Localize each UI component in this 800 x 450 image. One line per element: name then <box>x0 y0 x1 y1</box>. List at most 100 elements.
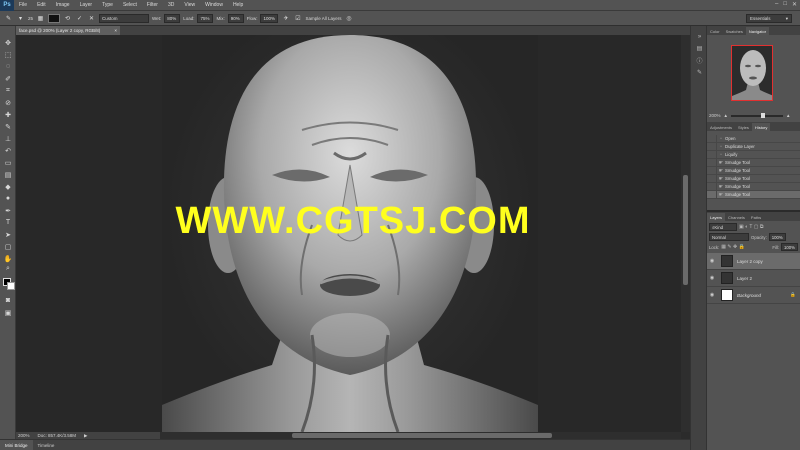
quick-select-tool-icon[interactable]: ✐ <box>3 74 13 83</box>
tab-timeline[interactable]: Timeline <box>33 440 60 450</box>
horizontal-scroll-thumb[interactable] <box>292 433 552 438</box>
brush-size[interactable]: 25 <box>28 16 33 21</box>
pen-tool-icon[interactable]: ✒ <box>3 206 13 215</box>
marquee-tool-icon[interactable]: ⬚ <box>3 50 13 59</box>
visibility-eye-icon[interactable]: ◉ <box>707 292 717 298</box>
document-tab[interactable]: face.psd @ 200% (Layer 2 copy, RGB/8) × <box>16 26 120 35</box>
blend-mode-dropdown[interactable]: Normal <box>709 233 749 241</box>
vertical-scrollbar[interactable] <box>681 35 690 432</box>
gradient-tool-icon[interactable]: ▤ <box>3 170 13 179</box>
load-brush-icon[interactable]: ⟲ <box>63 14 72 23</box>
menu-file[interactable]: File <box>14 2 32 8</box>
lasso-tool-icon[interactable]: ◌ <box>3 62 13 71</box>
visibility-eye-icon[interactable]: ◉ <box>707 258 717 264</box>
layer-row-layer-2[interactable]: ◉ Layer 2 <box>707 270 800 287</box>
history-item[interactable]: ▫ Duplicate Layer <box>707 142 800 151</box>
screen-mode-icon[interactable]: ▣ <box>3 308 13 317</box>
lock-icons[interactable]: ▦ ✎ ✥ 🔒 <box>721 244 745 250</box>
type-tool-icon[interactable]: T <box>3 218 13 227</box>
brush-panel-icon[interactable]: ▦ <box>36 14 45 23</box>
tab-layers[interactable]: Layers <box>707 213 726 221</box>
workspace-switcher[interactable]: Essentials ▾ <box>746 14 792 23</box>
blur-tool-icon[interactable]: ◆ <box>3 182 13 191</box>
clean-brush-icon[interactable]: ✓ <box>75 14 84 23</box>
zoom-slider-knob[interactable] <box>760 112 765 118</box>
tab-navigator[interactable]: Navigator <box>745 27 770 35</box>
path-select-tool-icon[interactable]: ➤ <box>3 230 13 239</box>
crop-tool-icon[interactable]: ⌗ <box>3 86 13 95</box>
brush-presets-icon[interactable]: ✎ <box>695 68 704 77</box>
tab-channels[interactable]: Channels <box>725 213 748 221</box>
menu-type[interactable]: Type <box>97 2 118 8</box>
tab-adjustments[interactable]: Adjustments <box>707 123 735 131</box>
tab-history[interactable]: History <box>751 123 771 131</box>
menu-view[interactable]: View <box>179 2 200 8</box>
menu-window[interactable]: Window <box>200 2 228 8</box>
history-item[interactable]: ☛ Smudge Tool <box>707 158 800 167</box>
clone-stamp-tool-icon[interactable]: ⊥ <box>3 134 13 143</box>
history-item[interactable]: ☛ Smudge Tool <box>707 166 800 175</box>
history-item[interactable]: ☛ Smudge Tool <box>707 174 800 183</box>
status-menu-arrow-icon[interactable]: ▶ <box>84 433 87 439</box>
collapse-panels-icon[interactable]: » <box>695 32 704 41</box>
eyedropper-tool-icon[interactable]: ⊘ <box>3 98 13 107</box>
fill-field[interactable]: 100% <box>781 243 798 251</box>
vertical-scroll-thumb[interactable] <box>683 175 688 285</box>
navigator-zoom-slider[interactable] <box>730 112 783 118</box>
layer-row-background[interactable]: ◉ Background 🔒 <box>707 287 800 304</box>
hand-tool-icon[interactable]: ✋ <box>3 254 13 263</box>
preset-dropdown[interactable]: Custom <box>99 13 150 23</box>
navigator-preview[interactable] <box>731 45 773 101</box>
menu-edit[interactable]: Edit <box>32 2 51 8</box>
layer-row-layer-2-copy[interactable]: ◉ Layer 2 copy <box>707 253 800 270</box>
minimize-button[interactable]: – <box>775 1 778 8</box>
airbrush-icon[interactable]: ✈ <box>281 14 290 23</box>
tab-styles[interactable]: Styles <box>735 123 752 131</box>
healing-brush-tool-icon[interactable]: ✚ <box>3 110 13 119</box>
dodge-tool-icon[interactable]: ● <box>3 194 13 203</box>
zoom-level[interactable]: 200% <box>18 433 30 438</box>
layer-kind-filter[interactable]: ⌕ Kind <box>709 223 737 231</box>
chevron-down-icon[interactable]: ▾ <box>16 14 25 23</box>
history-brush-tool-icon[interactable]: ↶ <box>3 146 13 155</box>
color-swatches[interactable] <box>3 278 15 290</box>
menu-filter[interactable]: Filter <box>142 2 163 8</box>
close-button[interactable]: ✕ <box>792 1 797 8</box>
zoom-out-icon[interactable]: ▲ <box>724 113 728 118</box>
canvas-area[interactable]: WWW.CGTSJ.COM <box>16 35 690 432</box>
tab-paths[interactable]: Paths <box>748 213 764 221</box>
close-tab-icon[interactable]: × <box>114 28 117 33</box>
tab-swatches[interactable]: Swatches <box>723 27 746 35</box>
navigator-zoom-value[interactable]: 200% <box>709 113 721 118</box>
background-color[interactable] <box>7 282 15 290</box>
history-item-current[interactable]: ☛ Smudge Tool <box>707 190 800 199</box>
history-item[interactable]: ☛ Smudge Tool <box>707 182 800 191</box>
visibility-eye-icon[interactable]: ◉ <box>707 275 717 281</box>
properties-panel-icon[interactable]: ⓘ <box>695 56 704 65</box>
current-load-swatch[interactable] <box>48 13 61 23</box>
zoom-in-icon[interactable]: ▲ <box>786 113 790 118</box>
flow-field[interactable]: 100% <box>260 13 279 23</box>
menu-layer[interactable]: Layer <box>75 2 98 8</box>
zoom-tool-icon[interactable]: ⌕ <box>3 264 13 273</box>
shape-tool-icon[interactable]: ▢ <box>3 242 13 251</box>
brush-tool-icon[interactable]: ✎ <box>3 122 13 131</box>
wet-field[interactable]: 80% <box>164 13 181 23</box>
quick-mask-icon[interactable]: ◙ <box>3 296 13 305</box>
mix-field[interactable]: 90% <box>227 13 244 23</box>
mix-combos-icon[interactable]: ✕ <box>87 14 96 23</box>
mixer-brush-tool-icon[interactable]: ✎ <box>4 14 13 23</box>
history-panel-icon[interactable]: ▤ <box>695 44 704 53</box>
menu-image[interactable]: Image <box>51 2 75 8</box>
history-item[interactable]: ▫ Open <box>707 134 800 143</box>
sample-all-checkbox[interactable]: ☑ <box>293 14 302 23</box>
menu-3d[interactable]: 3D <box>163 2 179 8</box>
tab-mini-bridge[interactable]: Mini Bridge <box>0 439 33 450</box>
load-field[interactable]: 75% <box>197 13 214 23</box>
opacity-field[interactable]: 100% <box>768 233 786 241</box>
menu-select[interactable]: Select <box>118 2 142 8</box>
eraser-tool-icon[interactable]: ▭ <box>3 158 13 167</box>
filter-icons[interactable]: ▣ ◐ T ▢ ⧉ <box>739 224 763 230</box>
history-item[interactable]: ▫ Liquify <box>707 150 800 159</box>
pressure-icon[interactable]: ◎ <box>345 14 354 23</box>
